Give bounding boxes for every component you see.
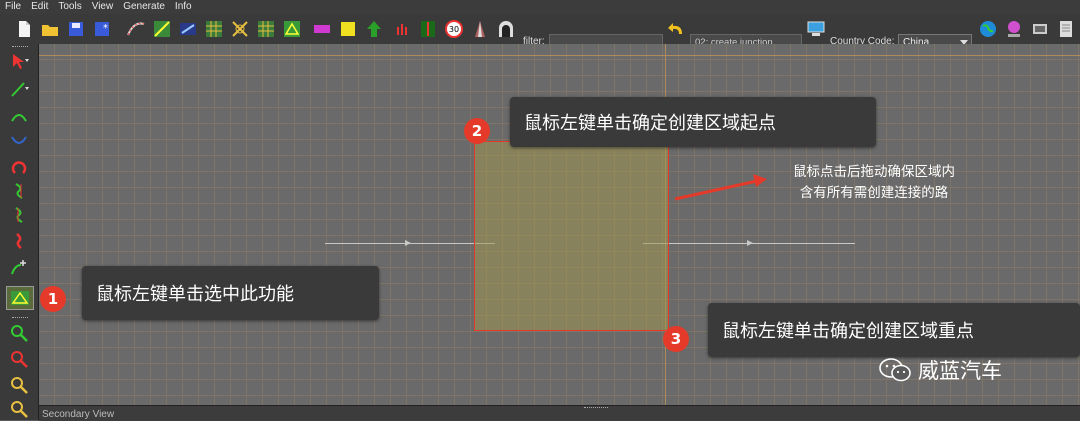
menu-bar: File Edit Tools View Generate Info xyxy=(0,0,1080,14)
junction-icon[interactable] xyxy=(178,18,198,40)
cross-grid-icon[interactable] xyxy=(230,18,250,40)
zoom-in-icon[interactable] xyxy=(8,322,30,344)
step3-tooltip: 鼠标左键单击确定创建区域重点 xyxy=(708,303,1080,357)
menu-tools[interactable]: Tools xyxy=(53,0,86,14)
menu-edit[interactable]: Edit xyxy=(26,0,53,14)
note-line-1: 鼠标点击后拖动确保区域内 xyxy=(793,164,955,180)
arc-down-icon[interactable] xyxy=(8,130,30,152)
step2-text: 鼠标左键单击确定创建区域起点 xyxy=(524,113,776,134)
road-curve-icon[interactable] xyxy=(126,18,146,40)
grid-icon[interactable] xyxy=(256,18,276,40)
splitter-handle[interactable] xyxy=(584,407,608,410)
open-folder-icon[interactable] xyxy=(40,18,60,40)
instruction-note: 鼠标点击后拖动确保区域内 含有所有需创建连接的路 xyxy=(759,162,989,204)
tunnel-icon[interactable] xyxy=(496,18,516,40)
grid-icon[interactable] xyxy=(204,18,224,40)
toolbar-grip[interactable] xyxy=(12,46,28,49)
terrain-icon[interactable] xyxy=(282,18,302,40)
road-lane-icon[interactable] xyxy=(418,18,438,40)
watermark-text: 威蓝汽车 xyxy=(918,359,1002,383)
svg-text:*: * xyxy=(103,23,108,34)
curve-s-icon[interactable] xyxy=(8,180,30,202)
main-toolbar: * 30 filter: 02: create junction Country… xyxy=(0,14,1080,52)
line-tool-icon[interactable] xyxy=(8,78,30,100)
step1-badge: 1 xyxy=(40,286,66,312)
left-toolbar xyxy=(0,44,39,420)
step2-tooltip: 鼠标左键单击确定创建区域起点 xyxy=(510,97,876,147)
create-junction-icon[interactable] xyxy=(6,286,34,310)
save-icon[interactable] xyxy=(66,18,86,40)
save-as-icon[interactable]: * xyxy=(92,18,112,40)
menu-info[interactable]: Info xyxy=(170,0,197,14)
loop-icon[interactable] xyxy=(8,156,30,178)
speed-sign-icon[interactable]: 30 xyxy=(444,18,464,40)
monitor-icon[interactable] xyxy=(806,18,826,40)
step3-text: 鼠标左键单击确定创建区域重点 xyxy=(722,321,974,342)
road-select-icon[interactable] xyxy=(152,18,172,40)
toolbar-grip[interactable] xyxy=(12,317,28,320)
undo-icon[interactable] xyxy=(666,18,686,40)
green-tree-icon[interactable] xyxy=(364,18,384,40)
secondary-view-title: Secondary View xyxy=(42,409,115,420)
zoom-fit-icon[interactable] xyxy=(8,374,30,396)
arc-up-icon[interactable] xyxy=(8,106,30,128)
magenta-bar-icon[interactable] xyxy=(312,18,332,40)
select-arrow-icon[interactable] xyxy=(8,50,30,72)
panel-icon[interactable] xyxy=(1056,18,1076,40)
earth-icon[interactable] xyxy=(978,18,998,40)
main-canvas[interactable]: 鼠标左键单击确定创建区域起点 2 鼠标点击后拖动确保区域内 含有所有需创建连接的… xyxy=(39,44,1080,405)
export-icon[interactable] xyxy=(1030,18,1050,40)
yellow-square-icon[interactable] xyxy=(338,18,358,40)
cone-icon[interactable] xyxy=(470,18,490,40)
zoom-out-icon[interactable] xyxy=(8,348,30,370)
road-direction-arrow xyxy=(405,240,411,246)
red-marker-icon[interactable] xyxy=(392,18,412,40)
step1-tooltip: 鼠标左键单击选中此功能 xyxy=(82,266,379,320)
curve-red-icon[interactable] xyxy=(8,230,30,252)
step2-badge: 2 xyxy=(464,118,490,144)
x-axis-line xyxy=(39,55,1080,56)
new-file-icon[interactable] xyxy=(14,18,34,40)
watermark: 威蓝汽车 xyxy=(878,355,1002,385)
secondary-view-bar[interactable]: Secondary View xyxy=(39,405,1080,421)
step3-badge: 3 xyxy=(663,326,689,352)
note-line-2: 含有所有需创建连接的路 xyxy=(799,185,949,201)
curve-s2-icon[interactable] xyxy=(8,204,30,226)
fbx-icon[interactable] xyxy=(1004,18,1024,40)
step1-text: 鼠标左键单击选中此功能 xyxy=(96,284,294,305)
menu-generate[interactable]: Generate xyxy=(118,0,170,14)
svg-text:30: 30 xyxy=(449,25,459,34)
zoom-all-icon[interactable] xyxy=(8,398,30,420)
road-direction-arrow xyxy=(747,240,753,246)
menu-view[interactable]: View xyxy=(87,0,119,14)
wechat-icon xyxy=(879,358,911,382)
selection-area[interactable] xyxy=(474,141,669,331)
add-road-icon[interactable] xyxy=(8,256,30,278)
menu-file[interactable]: File xyxy=(0,0,26,14)
